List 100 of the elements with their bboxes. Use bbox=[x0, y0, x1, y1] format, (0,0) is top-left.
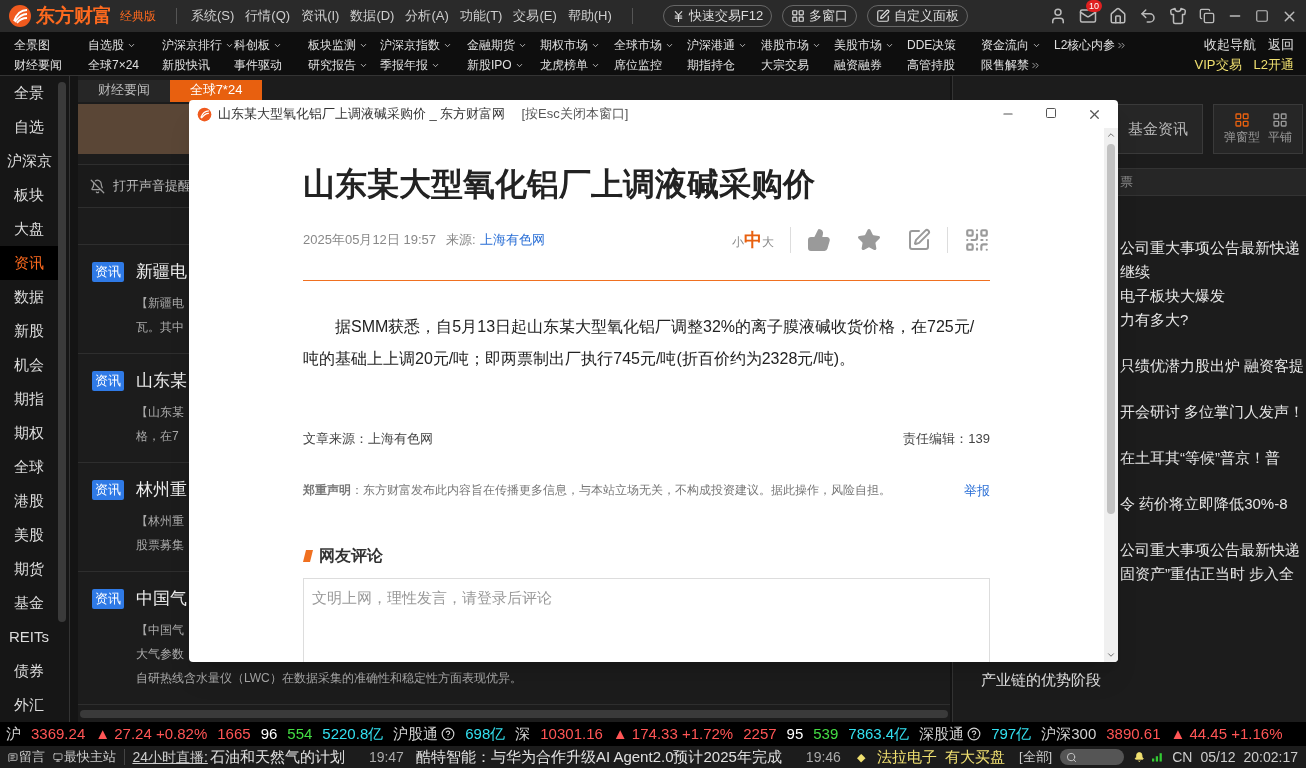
nav-link[interactable]: L2开通 bbox=[1253, 55, 1294, 75]
ticker-headline[interactable]: 酷特智能：与华为合作升级AI Agent2.0预计2025年完成 bbox=[415, 745, 782, 768]
mail-icon[interactable] bbox=[1079, 7, 1097, 25]
message-link[interactable]: 留言 bbox=[18, 747, 45, 767]
news-title[interactable]: 山东某 bbox=[136, 368, 187, 394]
shirt-icon[interactable] bbox=[1169, 7, 1187, 25]
sidebar-item[interactable]: 债券 bbox=[0, 654, 58, 688]
nav-link[interactable]: 新股快讯 bbox=[162, 56, 210, 74]
nav-link[interactable]: 资金流向 bbox=[981, 36, 1041, 54]
nav-link[interactable]: 融资融券 bbox=[834, 56, 882, 74]
nav-link[interactable]: 美股市场 bbox=[834, 36, 894, 54]
nav-link[interactable]: 沪深港通 bbox=[687, 36, 747, 54]
font-size-option[interactable]: 大 bbox=[762, 234, 774, 250]
sidebar-item[interactable]: 板块 bbox=[0, 178, 58, 212]
news-headline-fragment[interactable]: 只绩优潜力股出炉 融资客提 bbox=[1120, 354, 1305, 378]
sidebar-item[interactable]: 数据 bbox=[0, 280, 58, 314]
nav-link[interactable]: 全球7×24 bbox=[88, 56, 140, 74]
sidebar-item[interactable]: 资讯 bbox=[0, 246, 58, 280]
news-headline-fragment[interactable]: 继续 bbox=[1120, 260, 1150, 284]
sidebar-item[interactable]: 港股 bbox=[0, 484, 58, 518]
nav-link[interactable]: DDE决策 bbox=[907, 36, 957, 54]
news-title[interactable]: 林州重 bbox=[136, 477, 187, 503]
sidebar-item[interactable]: 全景 bbox=[0, 76, 58, 110]
nav-link[interactable]: 沪深京排行 bbox=[162, 36, 234, 54]
menu-item[interactable]: 分析(A) bbox=[405, 6, 449, 26]
report-link[interactable]: 举报 bbox=[964, 480, 990, 500]
sidebar-item[interactable]: 机会 bbox=[0, 348, 58, 382]
nav-link[interactable]: 收起导航 bbox=[1204, 35, 1256, 55]
monitor-icon[interactable] bbox=[52, 750, 63, 764]
message-icon[interactable] bbox=[8, 750, 18, 764]
news-headline-fragment[interactable]: 电子板块大爆发 bbox=[1120, 284, 1225, 308]
nav-link[interactable]: 科创板 bbox=[234, 36, 282, 54]
sidebar-item[interactable]: 期指 bbox=[0, 382, 58, 416]
bell-icon[interactable] bbox=[1133, 750, 1145, 764]
nav-link[interactable]: 期权市场 bbox=[540, 36, 600, 54]
edit-icon[interactable] bbox=[907, 228, 931, 252]
nav-link[interactable]: 限售解禁 bbox=[981, 56, 1041, 74]
undo-icon[interactable] bbox=[1139, 7, 1157, 25]
alert-stock[interactable]: 法拉电子 bbox=[876, 745, 937, 768]
view-mode-toggle[interactable]: 弹窗型 bbox=[1224, 112, 1260, 146]
menu-item[interactable]: 帮助(H) bbox=[567, 6, 612, 26]
news-headline-fragment[interactable]: 公司重大事项公告最新快递 bbox=[1120, 538, 1300, 562]
menu-item[interactable]: 资讯(I) bbox=[301, 6, 340, 26]
nav-link[interactable]: 金融期货 bbox=[467, 36, 527, 54]
nav-link[interactable]: 席位监控 bbox=[614, 56, 662, 74]
news-headline-fragment[interactable]: 开会研讨 多位掌门人发声！ bbox=[1120, 400, 1305, 424]
nav-link[interactable]: 高管持股 bbox=[907, 56, 955, 74]
live-label[interactable]: 24小时直播: bbox=[132, 746, 208, 768]
nav-link[interactable]: 沪深京指数 bbox=[380, 36, 452, 54]
comment-input[interactable]: 文明上网，理性发言，请登录后评论 bbox=[303, 578, 990, 662]
all-alerts-link[interactable]: [全部] bbox=[1018, 747, 1053, 767]
nav-link[interactable]: 研究报告 bbox=[308, 56, 368, 74]
nav-link[interactable]: VIP交易 bbox=[1194, 55, 1242, 75]
news-headline-fragment[interactable]: 力有多大? bbox=[1120, 308, 1189, 332]
sidebar-item[interactable]: 新股 bbox=[0, 314, 58, 348]
nav-link[interactable]: L2核心内参 bbox=[1054, 36, 1128, 54]
home-icon[interactable] bbox=[1109, 7, 1127, 25]
news-headline-fragment[interactable]: 产业链的优势阶段 bbox=[981, 668, 1101, 692]
nav-link[interactable]: 返回 bbox=[1268, 35, 1294, 55]
ticker-headline[interactable]: 石油和天然气的计划 bbox=[209, 745, 345, 768]
news-headline-fragment[interactable]: 固资产”重估正当时 步入全 bbox=[1120, 562, 1295, 586]
menu-item[interactable]: 行情(Q) bbox=[245, 6, 291, 26]
sidebar-item[interactable]: 全球 bbox=[0, 450, 58, 484]
news-headline-fragment[interactable]: 在土耳其“等候”普京！普 bbox=[1120, 446, 1280, 470]
news-tab[interactable]: 财经要闻 bbox=[78, 80, 170, 102]
qr-code-icon[interactable] bbox=[964, 227, 990, 253]
menu-item[interactable]: 数据(D) bbox=[350, 6, 395, 26]
news-title[interactable]: 中国气 bbox=[136, 586, 187, 612]
sidebar-item[interactable]: 期货 bbox=[0, 552, 58, 586]
sidebar-item[interactable]: 自选 bbox=[0, 110, 58, 144]
star-icon[interactable] bbox=[857, 228, 881, 252]
thumbs-up-icon[interactable] bbox=[807, 228, 831, 252]
sidebar-item[interactable]: 外汇 bbox=[0, 688, 58, 722]
sidebar-item[interactable]: 美股 bbox=[0, 518, 58, 552]
help-icon[interactable] bbox=[441, 727, 456, 741]
nav-link[interactable]: 龙虎榜单 bbox=[540, 56, 600, 74]
nav-link[interactable]: 期指持仓 bbox=[687, 56, 735, 74]
window-layout-icon[interactable] bbox=[1199, 8, 1215, 24]
nav-link[interactable]: 大宗交易 bbox=[761, 56, 809, 74]
font-size-option[interactable]: 小 bbox=[732, 234, 744, 250]
source-link[interactable]: 上海有色网 bbox=[479, 230, 545, 250]
nav-link[interactable]: 港股市场 bbox=[761, 36, 821, 54]
news-headline-fragment[interactable]: 令 药价将立即降低30%-8 bbox=[1120, 492, 1288, 516]
nav-link[interactable]: 事件驱动 bbox=[234, 56, 282, 74]
sidebar-item[interactable]: 大盘 bbox=[0, 212, 58, 246]
menu-item[interactable]: 交易(E) bbox=[513, 6, 557, 26]
sidebar-item[interactable]: 基金 bbox=[0, 586, 58, 620]
sidebar-item[interactable]: REITs bbox=[0, 620, 58, 654]
news-headline-fragment[interactable]: 公司重大事项公告最新快递 bbox=[1120, 236, 1300, 260]
language-label[interactable]: CN bbox=[1172, 746, 1193, 768]
user-icon[interactable] bbox=[1049, 7, 1067, 25]
nav-link[interactable]: 板块监测 bbox=[308, 36, 368, 54]
menu-item[interactable]: 功能(T) bbox=[459, 6, 503, 26]
sidebar-item[interactable]: 期权 bbox=[0, 416, 58, 450]
nav-link[interactable]: 财经要闻 bbox=[14, 56, 62, 74]
sidebar-item[interactable]: 沪深京 bbox=[0, 144, 58, 178]
search-field[interactable] bbox=[1060, 749, 1124, 765]
server-link[interactable]: 最快主站 bbox=[63, 747, 116, 767]
bell-off-icon[interactable] bbox=[90, 178, 105, 194]
nav-link[interactable]: 自选股 bbox=[88, 36, 136, 54]
